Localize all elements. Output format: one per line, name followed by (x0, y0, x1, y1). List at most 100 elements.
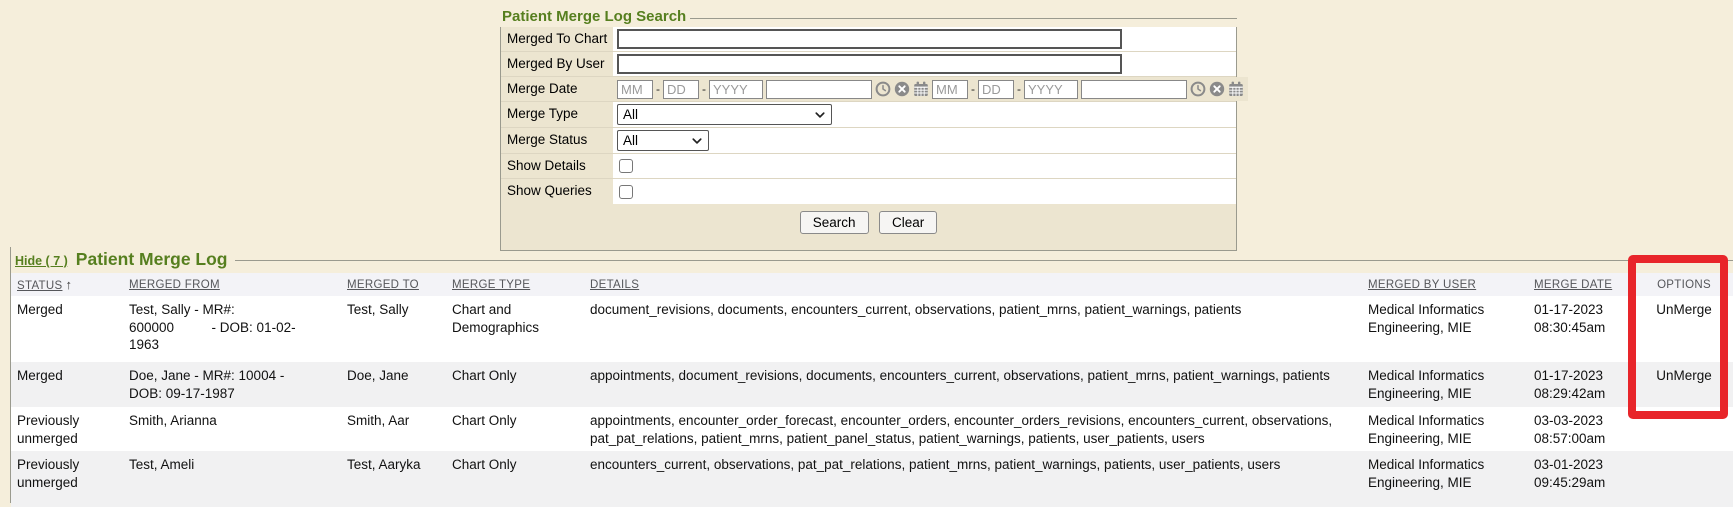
show-queries-label: Show Queries (501, 179, 613, 204)
merge-status-label: Merge Status (501, 128, 613, 153)
calendar-icon[interactable] (1228, 81, 1244, 97)
merged-from-cell: Test, Sally - MR#: 600000 - DOB: 01-02- … (129, 296, 347, 362)
merged-by-user-input[interactable] (617, 54, 1122, 74)
show-details-checkbox[interactable] (619, 159, 633, 173)
hide-toggle-link[interactable]: Hide ( 7 ) (15, 254, 68, 268)
merged-by-user-cell: Medical Informatics Engineering, MIE (1368, 296, 1534, 362)
merge-date-cell: 01-17-2023 08:30:45am (1534, 296, 1636, 362)
merge-date-cell: 03-03-2023 08:57:00am (1534, 407, 1636, 451)
chevron-down-icon (691, 135, 703, 147)
merge-status-select[interactable]: All (617, 130, 709, 151)
column-header-merged-by-user[interactable]: MERGED BY USER (1368, 279, 1534, 291)
merge-date-to-mm-input[interactable] (932, 80, 968, 99)
column-header-details[interactable]: DETAILS (590, 279, 1368, 291)
column-header-merged-to[interactable]: MERGED TO (347, 279, 452, 291)
date-separator: - (971, 82, 975, 96)
merge-status-selected-value: All (623, 133, 638, 148)
clear-icon[interactable] (1209, 81, 1225, 97)
clear-icon[interactable] (894, 81, 910, 97)
merged-from-cell: Doe, Jane - MR#: 10004 - DOB: 09-17-1987 (129, 362, 347, 407)
details-cell: appointments, document_revisions, docume… (590, 362, 1368, 407)
search-form-title: Patient Merge Log Search (500, 8, 690, 27)
details-cell: encounters_current, observations, pat_pa… (590, 451, 1368, 507)
form-row-merge-date: Merge Date - - - - (501, 77, 1236, 102)
merged-by-user-label: Merged By User (501, 52, 613, 76)
chevron-down-icon (814, 109, 826, 121)
unmerge-link[interactable]: UnMerge (1656, 302, 1712, 317)
merge-type-label: Merge Type (501, 102, 613, 127)
merge-date-from-time-input[interactable] (766, 80, 872, 99)
legend-divider-line (690, 18, 1237, 19)
merge-date-from-mm-input[interactable] (617, 80, 653, 99)
merged-to-cell: Test, Aaryka (347, 451, 452, 507)
merged-to-cell: Smith, Aar (347, 407, 452, 451)
show-details-label: Show Details (501, 154, 613, 178)
status-cell: Merged (17, 362, 129, 407)
merged-from-cell: Smith, Arianna (129, 407, 347, 451)
search-form-footer: Search Clear (501, 204, 1236, 250)
table-row: Previously unmerged Test, Ameli Test, Aa… (11, 451, 1733, 507)
column-header-merge-type[interactable]: MERGE TYPE (452, 279, 590, 291)
merge-type-cell: Chart Only (452, 451, 590, 507)
details-cell: appointments, encounter_order_forecast, … (590, 407, 1368, 451)
column-header-status[interactable]: STATUS↑ (17, 277, 129, 292)
form-row-merged-to-chart: Merged To Chart (501, 27, 1236, 52)
column-header-merged-from[interactable]: MERGED FROM (129, 279, 347, 291)
merged-to-chart-input[interactable] (617, 29, 1122, 49)
date-separator: - (702, 82, 706, 96)
merge-date-from-yyyy-input[interactable] (709, 80, 763, 99)
column-header-options: OPTIONS (1636, 279, 1732, 291)
clock-icon[interactable] (1190, 81, 1206, 97)
options-cell (1636, 407, 1732, 451)
merge-log-legend: Hide ( 7 ) Patient Merge Log (11, 247, 1733, 273)
merge-date-label: Merge Date (501, 77, 613, 101)
legend-divider-line (235, 260, 1733, 261)
patient-merge-log-search-form: Patient Merge Log Search Merged To Chart… (500, 8, 1237, 251)
merge-date-cell: 03-01-2023 09:45:29am (1534, 451, 1636, 507)
show-queries-checkbox[interactable] (619, 185, 633, 199)
search-button[interactable]: Search (800, 211, 869, 234)
merge-type-selected-value: All (623, 107, 638, 122)
form-row-merged-by-user: Merged By User (501, 52, 1236, 77)
status-cell: Previously unmerged (17, 407, 129, 451)
clear-button[interactable]: Clear (879, 211, 937, 234)
clock-icon[interactable] (875, 81, 891, 97)
merged-from-cell: Test, Ameli (129, 451, 347, 507)
search-form-legend: Patient Merge Log Search (500, 8, 1237, 27)
options-cell (1636, 451, 1732, 507)
merge-type-cell: Chart and Demographics (452, 296, 590, 362)
table-row: Merged Test, Sally - MR#: 600000 - DOB: … (11, 296, 1733, 362)
table-row: Merged Doe, Jane - MR#: 10004 - DOB: 09-… (11, 362, 1733, 407)
merged-to-cell: Doe, Jane (347, 362, 452, 407)
unmerge-link[interactable]: UnMerge (1656, 368, 1712, 383)
sort-ascending-icon: ↑ (65, 277, 72, 292)
column-header-merge-date[interactable]: MERGE DATE (1534, 279, 1636, 291)
form-row-merge-type: Merge Type All (501, 102, 1236, 128)
merged-to-chart-label: Merged To Chart (501, 27, 613, 51)
merged-by-user-cell: Medical Informatics Engineering, MIE (1368, 362, 1534, 407)
details-cell: document_revisions, documents, encounter… (590, 296, 1368, 362)
status-cell: Merged (17, 296, 129, 362)
patient-merge-log-section: Hide ( 7 ) Patient Merge Log STATUS↑ MER… (10, 247, 1733, 503)
merge-date-to-dd-input[interactable] (978, 80, 1014, 99)
form-row-show-queries: Show Queries (501, 179, 1236, 204)
merge-log-header-row: STATUS↑ MERGED FROM MERGED TO MERGE TYPE… (11, 273, 1733, 296)
date-separator: - (1017, 82, 1021, 96)
merge-date-from-dd-input[interactable] (663, 80, 699, 99)
merged-by-user-cell: Medical Informatics Engineering, MIE (1368, 407, 1534, 451)
table-row: Previously unmerged Smith, Arianna Smith… (11, 407, 1733, 451)
calendar-icon[interactable] (913, 81, 929, 97)
merge-log-title: Patient Merge Log (76, 249, 228, 270)
date-separator: - (656, 82, 660, 96)
merge-date-cell: 01-17-2023 08:29:42am (1534, 362, 1636, 407)
merge-date-to-yyyy-input[interactable] (1024, 80, 1078, 99)
merge-date-to-time-input[interactable] (1081, 80, 1187, 99)
merged-by-user-cell: Medical Informatics Engineering, MIE (1368, 451, 1534, 507)
merged-to-cell: Test, Sally (347, 296, 452, 362)
merge-type-cell: Chart Only (452, 362, 590, 407)
status-cell: Previously unmerged (17, 451, 129, 507)
merge-type-cell: Chart Only (452, 407, 590, 451)
form-row-show-details: Show Details (501, 154, 1236, 179)
form-row-merge-status: Merge Status All (501, 128, 1236, 154)
merge-type-select[interactable]: All (617, 104, 832, 125)
